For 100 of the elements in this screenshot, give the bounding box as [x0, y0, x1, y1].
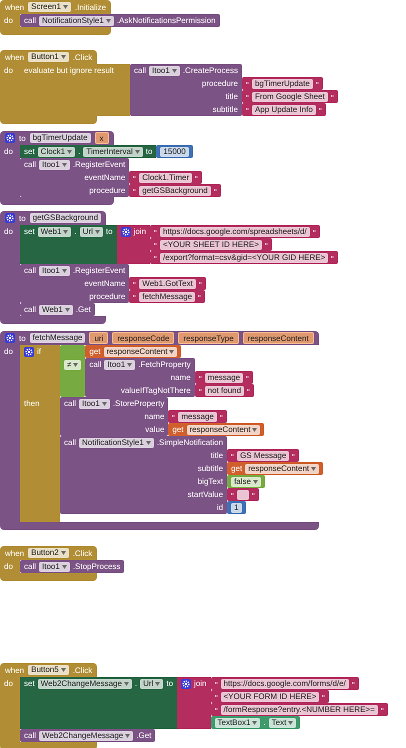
- dropdown-field[interactable]: Button5: [28, 665, 69, 675]
- quote-icon: [214, 708, 218, 711]
- dropdown-field[interactable]: Itoo1: [39, 160, 70, 170]
- dropdown-field[interactable]: responseContent: [186, 424, 260, 434]
- dropdown-field[interactable]: Clock1: [38, 146, 76, 156]
- gear-icon[interactable]: [181, 678, 192, 688]
- block-keyword: get: [231, 464, 242, 473]
- argument-label: title: [226, 92, 238, 101]
- dot-separator: .: [134, 678, 138, 690]
- dot-separator: .: [78, 146, 80, 158]
- string-field[interactable]: getGSBackground: [139, 186, 211, 196]
- block-keyword: call: [24, 16, 36, 25]
- procedure-name-field[interactable]: getGSBackground: [30, 213, 102, 223]
- caret-icon: [169, 350, 174, 354]
- quote-icon: [264, 243, 268, 246]
- block-keyword: do: [4, 227, 13, 236]
- quote-icon: [352, 682, 355, 685]
- block-keyword: join: [194, 678, 206, 690]
- block-keyword: do: [4, 147, 13, 156]
- string-field[interactable]: https://docs.google.com/forms/d/e/: [220, 678, 349, 688]
- block-keyword: to: [19, 214, 26, 222]
- string-field[interactable]: <YOUR SHEET ID HERE>: [160, 240, 262, 250]
- dot-separator: .: [74, 226, 77, 238]
- dropdown-field[interactable]: TextBox1: [214, 718, 260, 728]
- string-field[interactable]: Clock1.Timer: [139, 172, 192, 182]
- quote-icon: [154, 243, 158, 246]
- dropdown-field[interactable]: Web2ChangeMessage: [39, 730, 134, 740]
- argument-label: procedure: [89, 292, 126, 301]
- method-name: .AskNotificationsPermission: [116, 16, 216, 25]
- string-field[interactable]: message: [204, 372, 244, 382]
- gear-icon[interactable]: [120, 226, 131, 236]
- gear-icon[interactable]: [24, 347, 34, 357]
- string-field[interactable]: GS Message: [237, 450, 290, 460]
- parameter-field[interactable]: responseContent: [242, 332, 314, 344]
- caret-icon: [288, 720, 294, 724]
- string-field[interactable]: message: [178, 412, 217, 422]
- string-field[interactable]: /formResponse?entry.<NUMBER HERE>=: [220, 704, 378, 714]
- string-field[interactable]: [237, 490, 250, 500]
- string-field[interactable]: App Update Info: [252, 104, 316, 114]
- dropdown-field[interactable]: Url: [80, 226, 103, 236]
- string-field[interactable]: Web1.GotText: [139, 278, 196, 288]
- gear-icon[interactable]: [5, 133, 15, 143]
- dropdown-field[interactable]: Web1: [39, 304, 73, 314]
- block-keyword: join: [134, 226, 146, 238]
- dropdown-field[interactable]: Button1: [28, 52, 69, 62]
- number-field[interactable]: 1: [231, 502, 242, 512]
- dropdown-field[interactable]: ≠: [64, 360, 82, 370]
- block-keyword: call: [24, 731, 36, 740]
- quote-icon: [195, 176, 198, 179]
- parameter-field[interactable]: responseCode: [112, 332, 174, 344]
- dropdown-field[interactable]: NotificationStyle1: [39, 16, 114, 26]
- dropdown-field[interactable]: responseContent: [245, 464, 320, 474]
- parameter-field[interactable]: uri: [89, 332, 108, 344]
- dropdown-field[interactable]: Button2: [28, 548, 69, 558]
- dropdown-field[interactable]: Itoo1: [39, 266, 70, 276]
- dropdown-field[interactable]: NotificationStyle1: [79, 438, 154, 448]
- string-field[interactable]: not found: [204, 386, 244, 396]
- dropdown-field[interactable]: responseContent: [104, 346, 178, 356]
- block-keyword: set: [24, 678, 35, 690]
- procedure-name-field[interactable]: bgTimerUpdate: [30, 133, 91, 143]
- string-field[interactable]: fetchMessage: [139, 292, 196, 302]
- number-field[interactable]: 15000: [160, 146, 189, 156]
- quote-icon: [133, 295, 136, 298]
- string-field[interactable]: /export?format=csv&gid=<YOUR GID HERE>: [160, 252, 328, 262]
- string-field[interactable]: From Google Sheet: [252, 92, 328, 102]
- method-name: .CreateProcess: [182, 66, 238, 75]
- caret-icon: [311, 466, 316, 470]
- quote-icon: [312, 230, 316, 233]
- caret-icon: [102, 402, 107, 406]
- argument-label: id: [216, 503, 224, 512]
- string-field[interactable]: https://docs.google.com/spreadsheets/d/: [160, 226, 310, 236]
- argument-label: valueIfTagNotThere: [120, 386, 191, 395]
- method-name: .FetchProperty: [138, 360, 191, 369]
- dropdown-field[interactable]: Itoo1: [79, 398, 110, 408]
- string-field[interactable]: bgTimerUpdate: [252, 78, 313, 88]
- caret-icon: [252, 480, 258, 484]
- argument-label: subtitle: [198, 464, 224, 473]
- dropdown-field[interactable]: Url: [140, 678, 164, 688]
- quote-icon: [331, 256, 334, 259]
- dropdown-field[interactable]: Web1: [38, 226, 72, 236]
- quote-icon: [318, 108, 322, 111]
- string-field[interactable]: <YOUR FORM ID HERE>: [220, 692, 320, 702]
- parameter-field[interactable]: x: [94, 132, 109, 144]
- procedure-name-field[interactable]: fetchMessage: [30, 333, 86, 343]
- gear-icon[interactable]: [5, 213, 15, 223]
- dropdown-field[interactable]: Screen1: [28, 2, 71, 12]
- argument-label: name: [144, 412, 164, 421]
- dropdown-field[interactable]: false: [231, 476, 261, 486]
- gear-icon[interactable]: [5, 333, 15, 343]
- caret-icon: [73, 362, 78, 366]
- block-keyword: set: [24, 146, 35, 158]
- method-name: .StoreProperty: [112, 399, 164, 408]
- parameter-field[interactable]: responseType: [178, 332, 239, 344]
- dropdown-field[interactable]: TimerInterval: [83, 146, 143, 156]
- dropdown-field[interactable]: Itoo1: [149, 66, 180, 76]
- dropdown-field[interactable]: Itoo1: [104, 360, 136, 370]
- dropdown-field[interactable]: Itoo1: [39, 562, 70, 572]
- dropdown-field[interactable]: Text: [268, 718, 296, 728]
- caret-icon: [127, 362, 132, 366]
- dropdown-field[interactable]: Web2ChangeMessage: [38, 678, 132, 688]
